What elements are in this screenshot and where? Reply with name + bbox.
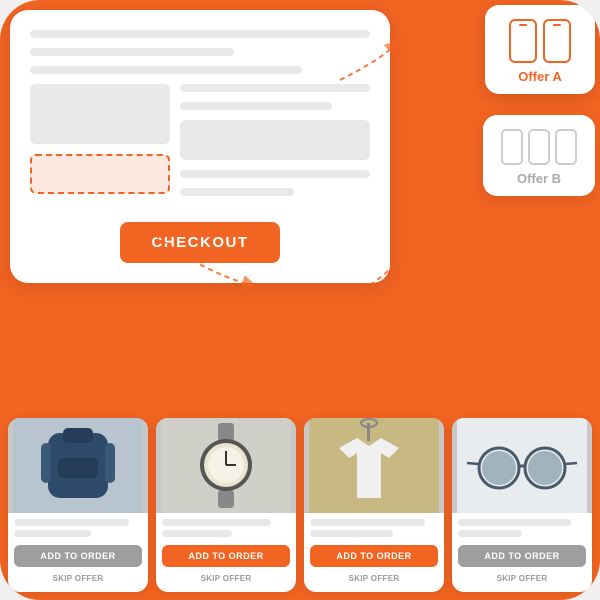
mock-line-r2 <box>180 102 332 110</box>
offer-b-label: Offer B <box>501 171 577 186</box>
mock-block-1 <box>30 84 170 144</box>
offer-a-icons <box>503 19 577 63</box>
mock-col-right <box>180 84 370 206</box>
phone-icon-b-1 <box>501 129 523 165</box>
product-info-shirt: ADD TO ORDER SKIP OFFER <box>304 513 444 592</box>
skip-offer-watch[interactable]: SKIP OFFER <box>162 571 290 588</box>
product-image-watch <box>156 418 296 513</box>
product-line-w2 <box>162 530 232 537</box>
products-row: ADD TO ORDER SKIP OFFER <box>0 418 600 600</box>
product-info-sunglasses: ADD TO ORDER SKIP OFFER <box>452 513 592 592</box>
product-info-backpack: ADD TO ORDER SKIP OFFER <box>8 513 148 592</box>
product-line-1 <box>14 519 129 526</box>
mock-line-1 <box>30 30 370 38</box>
mock-line-2 <box>30 48 234 56</box>
phone-icon-b-2 <box>528 129 550 165</box>
product-image-backpack <box>8 418 148 513</box>
mock-line-r1 <box>180 84 370 92</box>
product-line-2 <box>14 530 91 537</box>
skip-offer-backpack[interactable]: SKIP OFFER <box>14 571 142 588</box>
checkout-button[interactable]: CHECKOUT <box>120 222 280 263</box>
add-to-order-btn-watch[interactable]: ADD TO ORDER <box>162 545 290 567</box>
skip-offer-shirt[interactable]: SKIP OFFER <box>310 571 438 588</box>
product-line-s1 <box>310 519 425 526</box>
phone-icon-1 <box>509 19 537 63</box>
add-to-order-btn-shirt[interactable]: ADD TO ORDER <box>310 545 438 567</box>
product-image-shirt <box>304 418 444 513</box>
product-card-backpack: ADD TO ORDER SKIP OFFER <box>8 418 148 592</box>
skip-offer-sunglasses[interactable]: SKIP OFFER <box>458 571 586 588</box>
product-info-watch: ADD TO ORDER SKIP OFFER <box>156 513 296 592</box>
main-background: Offer A Offer B <box>0 0 600 600</box>
mock-line-r4 <box>180 188 294 196</box>
product-card-watch: ADD TO ORDER SKIP OFFER <box>156 418 296 592</box>
phone-icon-2 <box>543 19 571 63</box>
product-line-s2 <box>310 530 393 537</box>
phone-icon-b-3 <box>555 129 577 165</box>
product-line-sg2 <box>458 530 522 537</box>
add-to-order-btn-backpack[interactable]: ADD TO ORDER <box>14 545 142 567</box>
highlighted-block <box>30 154 170 194</box>
product-line-w1 <box>162 519 271 526</box>
offer-a-card: Offer A <box>485 5 595 94</box>
offer-a-label: Offer A <box>503 69 577 84</box>
mock-line-3 <box>30 66 302 74</box>
product-line-sg1 <box>458 519 571 526</box>
mock-col-left <box>30 84 170 206</box>
product-card-sunglasses: ADD TO ORDER SKIP OFFER <box>452 418 592 592</box>
offer-b-icons <box>501 129 577 165</box>
add-to-order-btn-sunglasses[interactable]: ADD TO ORDER <box>458 545 586 567</box>
product-image-sunglasses <box>452 418 592 513</box>
product-card-shirt: ADD TO ORDER SKIP OFFER <box>304 418 444 592</box>
mock-block-right <box>180 120 370 160</box>
mock-content-rows <box>30 84 370 206</box>
mock-line-r3 <box>180 170 370 178</box>
offer-b-card: Offer B <box>483 115 595 196</box>
checkout-card: CHECKOUT <box>10 10 390 283</box>
